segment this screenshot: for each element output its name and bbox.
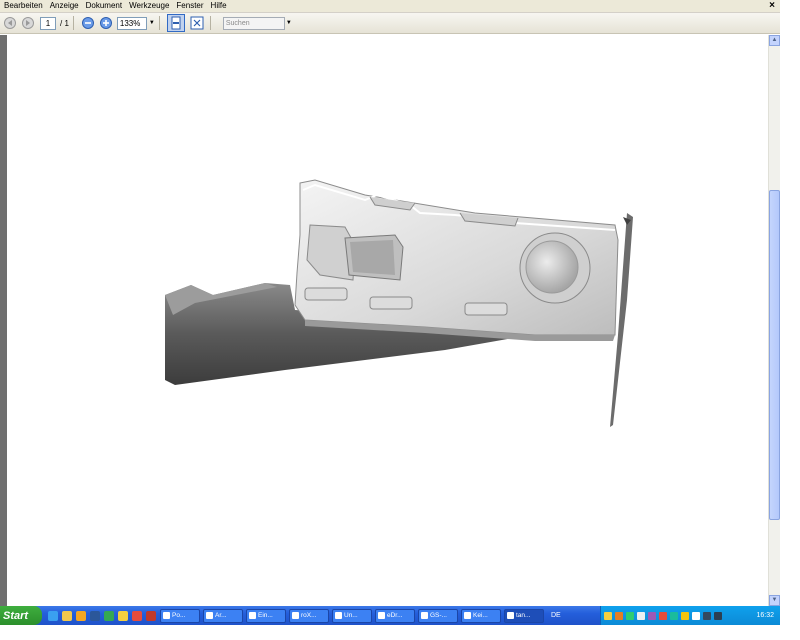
window-edge (780, 0, 800, 640)
fit-width-button[interactable] (166, 14, 185, 32)
fit-window-icon (190, 16, 204, 30)
toolbar-separator (158, 16, 160, 30)
tray-wireless-icon[interactable] (681, 611, 689, 620)
clock[interactable]: 16:32 (756, 612, 774, 619)
toolbar: / 1 133% ▼ Suchen ▼ (0, 13, 780, 34)
page-number-input[interactable] (40, 16, 56, 30)
scroll-down-icon[interactable]: ▼ (769, 595, 780, 606)
task-button[interactable]: Ein... (246, 608, 286, 623)
task-button[interactable]: roX... (289, 608, 329, 623)
browser-icon[interactable] (62, 610, 72, 621)
word-icon[interactable] (90, 610, 100, 621)
task-label: roX... (301, 612, 317, 619)
task-button[interactable]: Kei... (461, 608, 501, 623)
close-document-icon[interactable]: × (766, 0, 778, 12)
task-button[interactable]: Un... (332, 608, 372, 623)
task-button[interactable]: eDr... (375, 608, 415, 623)
page-total-label: / 1 (60, 18, 69, 28)
task-button-active[interactable]: tan... (504, 608, 544, 623)
zoom-out-icon (81, 17, 94, 29)
task-button[interactable]: Po... (160, 608, 200, 623)
vertical-scrollbar[interactable]: ▲ ▼ (768, 35, 780, 606)
app-window: Bearbeiten Anzeige Dokument Werkzeuge Fe… (0, 0, 800, 640)
task-button[interactable]: Ar... (203, 608, 243, 623)
toolbar-separator (72, 16, 74, 30)
tray-monitor-icon[interactable] (637, 611, 645, 620)
search-dropdown-icon[interactable]: ▼ (286, 20, 292, 26)
spreadsheet-icon[interactable] (104, 610, 114, 621)
doc-icon (421, 612, 428, 619)
task-label: eDr... (387, 612, 403, 619)
language-indicator[interactable]: DE (551, 612, 565, 619)
fit-page-button[interactable] (188, 14, 206, 32)
mail-icon (249, 612, 256, 619)
zoom-dropdown-icon[interactable]: ▼ (149, 20, 155, 26)
quick-launch (48, 610, 160, 621)
zoom-level-field[interactable]: 133% (116, 16, 147, 30)
toolbar-separator (209, 16, 211, 30)
search-input[interactable]: Suchen (222, 16, 285, 30)
prev-page-button[interactable] (2, 15, 18, 31)
tray-display-icon[interactable] (703, 611, 711, 620)
app-icon[interactable] (76, 610, 86, 621)
menu-edit[interactable]: Bearbeiten (0, 0, 46, 12)
menu-bar: Bearbeiten Anzeige Dokument Werkzeuge Fe… (0, 0, 780, 13)
next-page-button[interactable] (20, 15, 36, 31)
scroll-up-icon[interactable]: ▲ (769, 35, 780, 46)
task-label: Un... (344, 612, 358, 619)
task-button[interactable]: GS-... (418, 608, 458, 623)
zoom-in-button[interactable] (98, 15, 114, 31)
document-view[interactable] (0, 35, 768, 606)
taskbar: Start Po... Ar... Ein... roX... Un... eD… (0, 606, 780, 625)
task-label: Kei... (473, 612, 488, 619)
tray-folder-icon[interactable] (604, 611, 612, 620)
doc-icon (292, 612, 299, 619)
desktop-icon[interactable] (48, 610, 58, 621)
folder-icon (206, 612, 213, 619)
media-icon[interactable] (132, 610, 142, 621)
task-label: tan... (516, 612, 531, 619)
app-icon (378, 612, 385, 619)
app-icon (163, 612, 170, 619)
screen-edge (0, 625, 800, 640)
mail-icon (464, 612, 471, 619)
tray-sync-icon[interactable] (670, 611, 678, 620)
task-label: Po... (172, 612, 186, 619)
menu-help[interactable]: Hilfe (207, 0, 230, 12)
page-fit-icon (171, 16, 181, 30)
task-label: Ein... (258, 612, 273, 619)
zoom-in-icon (99, 17, 112, 29)
menu-document[interactable]: Dokument (82, 0, 125, 12)
tray-alert-icon[interactable] (659, 611, 667, 620)
task-label: GS-... (430, 612, 447, 619)
folder-icon[interactable] (118, 610, 128, 621)
scrollbar-thumb[interactable] (769, 190, 780, 520)
menu-window[interactable]: Fenster (172, 0, 206, 12)
close-icon[interactable] (146, 610, 156, 621)
menu-view[interactable]: Anzeige (46, 0, 82, 12)
task-label: Ar... (215, 612, 227, 619)
arrow-left-icon (4, 17, 16, 29)
rendered-part-image (165, 179, 633, 427)
menu-tools[interactable]: Werkzeuge (125, 0, 172, 12)
start-button[interactable]: Start (0, 606, 42, 625)
arrow-right-icon (22, 17, 34, 29)
tray-network-icon[interactable] (626, 611, 634, 620)
zoom-out-button[interactable] (80, 15, 96, 31)
pdf-icon (507, 612, 514, 619)
mail-icon (335, 612, 342, 619)
tray-app2-icon[interactable] (714, 611, 722, 620)
tray-shield-icon[interactable] (648, 611, 656, 620)
tray-app-icon[interactable] (615, 611, 623, 620)
system-tray: 16:32 (600, 606, 780, 625)
tray-volume-icon[interactable] (692, 611, 700, 620)
